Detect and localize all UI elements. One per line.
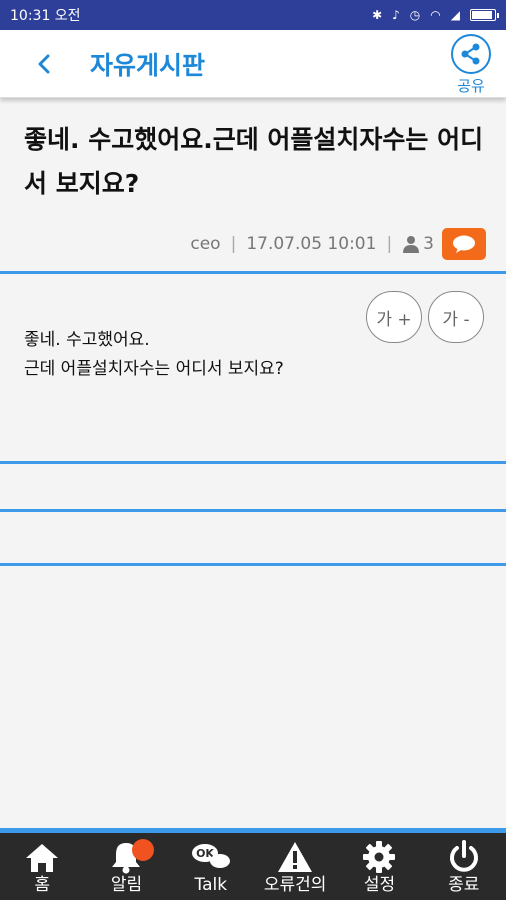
tab-label: 종료 (448, 875, 480, 895)
post-body-line: 좋네. 수고했어요. (24, 330, 150, 350)
comment-button[interactable] (442, 228, 486, 260)
meta-divider: | (230, 234, 237, 254)
status-bar: 10:31 오전 ✱ ♪ ◷ ◠ ◢ (0, 0, 506, 30)
post-meta: ceo | 17.07.05 10:01 | 3 (190, 228, 486, 260)
view-count: 3 (402, 234, 434, 254)
tab-label: 알림 (110, 875, 143, 895)
meta-divider: | (386, 234, 393, 254)
speech-bubble-icon (453, 235, 475, 253)
person-icon (403, 236, 420, 253)
warning-icon (276, 836, 314, 874)
tab-report[interactable]: 오류건의 (253, 833, 337, 900)
divider (0, 509, 506, 512)
tab-label: 오류건의 (263, 875, 327, 895)
mute-icon: ♪ (392, 8, 400, 22)
alarm-icon: ◷ (409, 8, 421, 22)
tab-label: Talk (194, 875, 228, 895)
divider (0, 461, 506, 464)
tab-label: 홈 (34, 875, 50, 895)
post-title: 좋네. 수고했어요.근데 어플설치자수는 어디서 보지요? (24, 125, 484, 198)
wifi-icon: ◠ (430, 8, 441, 22)
bottom-tab-bar: 홈 알림 OK Talk 오류건의 설정 종료 (0, 828, 506, 900)
post-body: 좋네. 수고했어요. 근데 어플설치자수는 어디서 보지요? (24, 326, 484, 384)
tab-alerts[interactable]: 알림 (84, 833, 168, 900)
power-icon (447, 836, 481, 874)
signal-icon: ◢ (450, 8, 460, 22)
tab-settings[interactable]: 설정 (337, 833, 421, 900)
divider (0, 563, 506, 566)
share-label: 공유 (457, 76, 485, 95)
view-count-value: 3 (423, 234, 434, 254)
post-datetime: 17.07.05 10:01 (246, 234, 377, 254)
talk-icon: OK (190, 836, 232, 874)
battery-icon (470, 9, 499, 21)
post-body-line: 근데 어플설치자수는 어디서 보지요? (24, 359, 284, 379)
tab-home[interactable]: 홈 (0, 833, 84, 900)
chevron-left-icon (38, 54, 50, 73)
share-button[interactable]: 공유 (436, 32, 506, 96)
gear-icon (362, 836, 396, 874)
share-icon (451, 33, 491, 74)
status-icons: ✱ ♪ ◷ ◠ ◢ (372, 8, 499, 22)
tab-talk[interactable]: OK Talk (169, 833, 253, 900)
status-time: 10:31 오전 (10, 8, 81, 24)
tab-label: 설정 (363, 875, 396, 895)
home-icon (24, 836, 60, 874)
post-author: ceo (190, 234, 221, 254)
notification-badge (131, 839, 154, 861)
divider (0, 271, 506, 274)
back-button[interactable] (0, 30, 90, 98)
bluetooth-icon: ✱ (372, 8, 383, 22)
page-title: 자유게시판 (90, 50, 206, 80)
app-bar: 자유게시판 공유 (0, 30, 506, 98)
tab-exit[interactable]: 종료 (422, 833, 506, 900)
